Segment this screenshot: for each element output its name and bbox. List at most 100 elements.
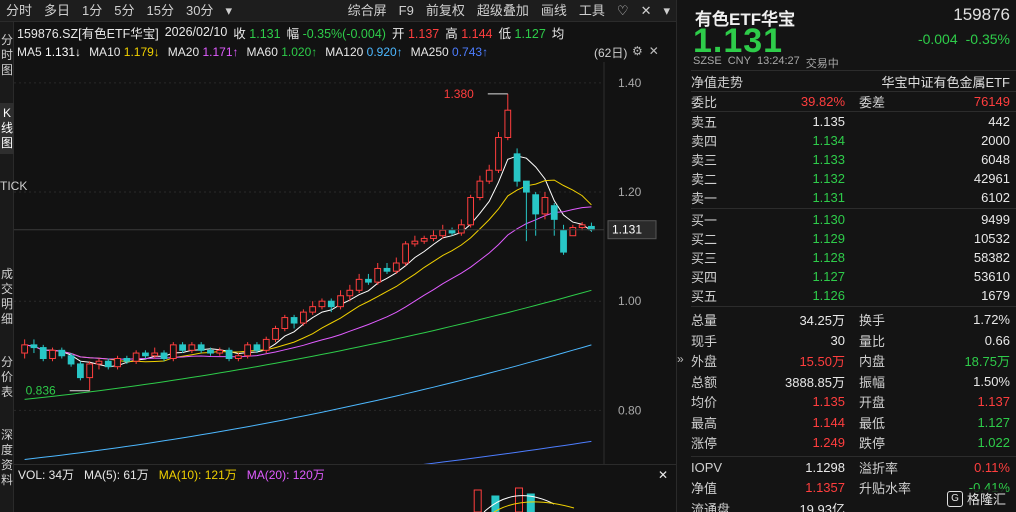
candle-body-58[interactable] bbox=[560, 229, 567, 253]
nav-trend-row[interactable]: 净值走势 华宝中证有色金属ETF bbox=[691, 72, 1010, 91]
candle-body-60[interactable] bbox=[578, 224, 586, 229]
candle-body-12[interactable] bbox=[132, 352, 140, 362]
candle-body-7[interactable] bbox=[86, 363, 94, 379]
toolbar-right-2[interactable]: 前复权 bbox=[420, 0, 471, 22]
side-tab-1[interactable]: K线图 bbox=[0, 103, 14, 154]
candle-body-59[interactable] bbox=[569, 227, 577, 237]
candle-body-18[interactable] bbox=[188, 344, 196, 351]
bid-row-3[interactable]: 买四 1.127 53610 bbox=[691, 267, 1010, 286]
candle-body-1[interactable] bbox=[30, 344, 38, 349]
candle-body-11[interactable] bbox=[123, 358, 131, 362]
candle-body-25[interactable] bbox=[253, 344, 261, 351]
candle-body-24[interactable] bbox=[244, 344, 252, 357]
bid-row-1[interactable]: 买二 1.129 10532 bbox=[691, 229, 1010, 248]
toolbar-right-5[interactable]: 工具 bbox=[573, 0, 611, 22]
candle-body-40[interactable] bbox=[392, 262, 400, 272]
ask-row-4[interactable]: 卖一 1.131 6102 bbox=[691, 188, 1010, 207]
candle-body-31[interactable] bbox=[309, 306, 317, 313]
candle-body-28[interactable] bbox=[281, 317, 289, 329]
candle-body-27[interactable] bbox=[272, 327, 279, 340]
candle-body-19[interactable] bbox=[197, 344, 205, 351]
toolbar-left-6[interactable]: ▾ bbox=[219, 0, 238, 22]
candle-body-37[interactable] bbox=[365, 278, 372, 283]
side-tab-2[interactable]: TICK bbox=[0, 176, 27, 242]
candle-body-39[interactable] bbox=[383, 267, 391, 272]
settings-icon[interactable]: ⚙ bbox=[632, 44, 643, 58]
toolbar-left-3[interactable]: 5分 bbox=[108, 0, 140, 22]
candle-body-49[interactable] bbox=[476, 180, 484, 199]
candle-body-26[interactable] bbox=[262, 338, 270, 351]
candle-body-21[interactable] bbox=[216, 349, 224, 354]
toolbar-left-0[interactable]: 分时 bbox=[0, 0, 38, 22]
candle-body-51[interactable] bbox=[495, 136, 502, 171]
candle-body-41[interactable] bbox=[402, 243, 409, 264]
toolbar-right-0[interactable]: 综合屏 bbox=[342, 0, 393, 22]
toolbar-right-3[interactable]: 超级叠加 bbox=[471, 0, 535, 22]
toolbar-left-2[interactable]: 1分 bbox=[76, 0, 108, 22]
candle-body-57[interactable] bbox=[550, 205, 558, 220]
candle-body-54[interactable] bbox=[522, 180, 530, 193]
candle-body-17[interactable] bbox=[179, 344, 186, 351]
toolbar-left-5[interactable]: 30分 bbox=[180, 0, 219, 22]
candle-body-45[interactable] bbox=[439, 229, 447, 237]
ask-row-0[interactable]: 卖五 1.135 442 bbox=[691, 112, 1010, 131]
candle-body-10[interactable] bbox=[114, 358, 121, 368]
candle-body-55[interactable] bbox=[532, 194, 540, 215]
nav-trend-label[interactable]: 净值走势 bbox=[691, 72, 743, 91]
candle-body-15[interactable] bbox=[160, 352, 168, 359]
candle-body-38[interactable] bbox=[374, 267, 382, 283]
candle-body-23[interactable] bbox=[234, 355, 242, 359]
toolbar-left-1[interactable]: 多日 bbox=[38, 0, 76, 22]
candle-body-30[interactable] bbox=[300, 311, 307, 324]
candle-body-42[interactable] bbox=[411, 240, 419, 245]
candle-body-6[interactable] bbox=[77, 363, 84, 379]
candle-body-8[interactable] bbox=[95, 360, 103, 365]
close-icon[interactable]: ✕ bbox=[649, 44, 659, 58]
candle-body-53[interactable] bbox=[513, 153, 521, 182]
bid-row-4[interactable]: 买五 1.126 1679 bbox=[691, 286, 1010, 305]
candle-body-50[interactable] bbox=[485, 169, 493, 182]
candle-body-35[interactable] bbox=[346, 289, 354, 297]
ask-row-3[interactable]: 卖二 1.132 42961 bbox=[691, 169, 1010, 188]
close-volume-icon[interactable]: ✕ bbox=[658, 468, 668, 482]
candle-body-2[interactable] bbox=[39, 347, 47, 360]
candle-body-33[interactable] bbox=[327, 300, 335, 308]
kline-chart[interactable]: 1.40 1.20 1.00 0.80 1.131 1.380 0.836 bbox=[14, 62, 676, 464]
candle-body-13[interactable] bbox=[142, 352, 149, 357]
side-tab-3[interactable]: 成交明细 bbox=[0, 264, 14, 330]
side-tab-4[interactable]: 分价表 bbox=[0, 352, 14, 403]
toolbar-right-1[interactable]: F9 bbox=[393, 0, 420, 22]
candle-body-36[interactable] bbox=[355, 278, 363, 291]
candle-body-43[interactable] bbox=[420, 237, 428, 242]
collapse-panel-icon[interactable]: » bbox=[677, 352, 689, 366]
candle-body-0[interactable] bbox=[21, 344, 29, 354]
bid-row-0[interactable]: 买一 1.130 9499 bbox=[691, 210, 1010, 229]
bid-row-2[interactable]: 买三 1.128 58382 bbox=[691, 248, 1010, 267]
candle-body-5[interactable] bbox=[67, 355, 75, 365]
side-tab-5[interactable]: 深度资料 bbox=[0, 425, 14, 491]
toolbar-right-7[interactable]: ✕ bbox=[635, 0, 658, 22]
candle-body-48[interactable] bbox=[467, 197, 475, 226]
candle-body-56[interactable] bbox=[541, 197, 549, 215]
candle-body-44[interactable] bbox=[430, 235, 437, 239]
candle-body-16[interactable] bbox=[169, 344, 177, 360]
toolbar-right-8[interactable]: ▾ bbox=[657, 0, 676, 22]
candle-body-47[interactable] bbox=[457, 224, 465, 234]
side-tab-0[interactable]: 分时图 bbox=[0, 30, 14, 81]
candle-body-32[interactable] bbox=[318, 300, 326, 308]
ask-row-2[interactable]: 卖三 1.133 6048 bbox=[691, 150, 1010, 169]
candle-body-29[interactable] bbox=[290, 317, 298, 324]
candle-body-20[interactable] bbox=[207, 349, 214, 354]
candle-body-4[interactable] bbox=[58, 349, 66, 357]
candle-body-14[interactable] bbox=[151, 352, 159, 357]
candle-body-3[interactable] bbox=[49, 349, 56, 360]
candle-body-46[interactable] bbox=[448, 229, 456, 234]
candle-body-52[interactable] bbox=[504, 109, 512, 138]
candle-body-9[interactable] bbox=[104, 360, 112, 368]
toolbar-right-6[interactable]: ♡ bbox=[611, 0, 635, 22]
toolbar-right-4[interactable]: 画线 bbox=[535, 0, 573, 22]
candle-body-34[interactable] bbox=[337, 295, 344, 308]
ask-row-1[interactable]: 卖四 1.134 2000 bbox=[691, 131, 1010, 150]
period-label[interactable]: (62日) bbox=[594, 44, 627, 61]
toolbar-left-4[interactable]: 15分 bbox=[141, 0, 180, 22]
